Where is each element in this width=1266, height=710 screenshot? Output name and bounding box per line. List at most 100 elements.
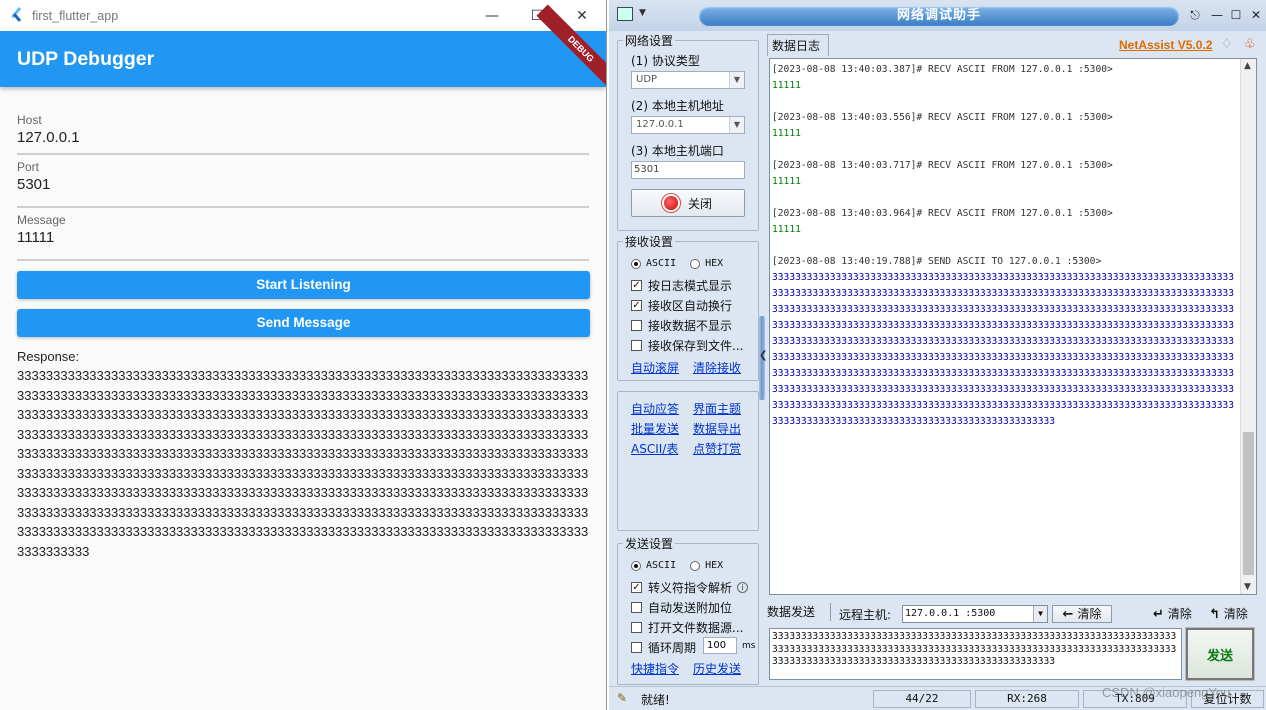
port-label: Port: [17, 160, 40, 174]
netassist-title: 网络调试助手: [699, 6, 1179, 26]
minimize-icon[interactable]: —: [469, 0, 515, 31]
send-format-radios: ASCII HEX: [631, 560, 737, 571]
network-settings-group: 网络设置 (1) 协议类型 UDP ▼ (2) 本地主机地址 127.0.0.1…: [617, 32, 759, 231]
log-entry-header: [2023-08-08 13:40:03.556]# RECV ASCII FR…: [772, 112, 1113, 123]
auto-append-checkbox[interactable]: [631, 602, 642, 613]
chevron-up-icon[interactable]: ▲: [1244, 61, 1251, 71]
chevron-down-icon[interactable]: ▼: [639, 8, 646, 18]
receive-settings-title: 接收设置: [623, 233, 676, 250]
recv-log-mode-checkbox[interactable]: ✓: [631, 280, 642, 291]
clear-remote-button[interactable]: ← 清除: [1052, 605, 1112, 623]
recv-save-option[interactable]: 接收保存到文件...: [631, 337, 743, 354]
start-listening-button[interactable]: Start Listening: [17, 271, 590, 299]
tools-group: 自动应答 界面主题 批量发送 数据导出 ASCII/表 点赞打赏: [617, 391, 759, 531]
send-history-link[interactable]: 历史发送: [693, 660, 741, 677]
protocol-label: (1) 协议类型: [631, 54, 700, 68]
minimize-icon[interactable]: —: [1207, 6, 1227, 24]
port-input[interactable]: 5301: [17, 176, 50, 193]
recv-save-checkbox[interactable]: [631, 340, 642, 351]
chevron-down-icon[interactable]: ▼: [729, 117, 744, 133]
recv-log-mode-option[interactable]: ✓ 按日志模式显示: [631, 277, 732, 294]
file-source-option[interactable]: 打开文件数据源...: [631, 619, 743, 636]
loop-period-checkbox[interactable]: [631, 642, 642, 653]
protocol-select[interactable]: UDP ▼: [631, 71, 745, 89]
data-send-tab[interactable]: 数据发送: [767, 603, 815, 620]
chevron-down-icon[interactable]: ▼: [729, 72, 744, 88]
bell-icon[interactable]: ♧: [1244, 37, 1260, 53]
tip-link[interactable]: 点赞打赏: [693, 440, 741, 457]
log-scrollbar[interactable]: ▲ ▼: [1240, 59, 1256, 594]
network-settings-title: 网络设置: [623, 32, 676, 49]
chevron-down-icon[interactable]: ▼: [1244, 582, 1251, 592]
local-port-label: (3) 本地主机端口: [631, 144, 724, 158]
send-ascii-radio[interactable]: [631, 560, 641, 571]
rx-count: RX:268: [975, 690, 1079, 708]
flutter-logo-icon: [10, 6, 24, 25]
packet-count: 44/22: [873, 690, 971, 708]
pin-icon[interactable]: ⎋: [1185, 6, 1205, 24]
chevron-down-icon[interactable]: ▼: [1033, 606, 1047, 622]
clear-receive-link[interactable]: 清除接收: [693, 359, 741, 376]
app-icon[interactable]: [617, 7, 633, 21]
send-hex-radio[interactable]: [690, 560, 701, 571]
close-connection-button[interactable]: 关闭: [631, 189, 745, 217]
send-settings-group: 发送设置 ASCII HEX ✓ 转义符指令解析 i 自动发送附加位 打开文件数…: [617, 535, 759, 685]
host-label: Host: [17, 113, 42, 127]
remote-host-select[interactable]: 127.0.0.1 :5300 ▼: [902, 605, 1048, 623]
message-input[interactable]: 11111: [17, 229, 54, 246]
port-field[interactable]: Port 5301: [17, 155, 589, 208]
recv-hide-checkbox[interactable]: [631, 320, 642, 331]
batch-send-link[interactable]: 批量发送: [631, 420, 679, 437]
app-bar: UDP Debugger DEBUG: [0, 4, 606, 94]
maximize-icon[interactable]: ☐: [1226, 6, 1246, 24]
recv-hide-option[interactable]: 接收数据不显示: [631, 317, 732, 334]
message-field[interactable]: Message 11111: [17, 208, 589, 261]
data-log-area[interactable]: [2023-08-08 13:40:03.387]# RECV ASCII FR…: [769, 58, 1257, 595]
log-entry-header: [2023-08-08 13:40:03.964]# RECV ASCII FR…: [772, 208, 1113, 219]
escape-parse-checkbox[interactable]: ✓: [631, 582, 642, 593]
escape-parse-option[interactable]: ✓ 转义符指令解析 i: [631, 579, 749, 596]
local-addr-label: (2) 本地主机地址: [631, 99, 724, 113]
loop-period-option[interactable]: 循环周期: [631, 639, 696, 656]
local-port-input[interactable]: 5301: [631, 161, 745, 179]
close-icon[interactable]: ✕: [1246, 6, 1266, 24]
shortcut-command-link[interactable]: 快捷指令: [631, 660, 679, 677]
log-entry-body: 11111: [772, 128, 801, 139]
diamond-icon[interactable]: ♢: [1221, 38, 1235, 52]
divider: [830, 603, 831, 621]
clear-all-button[interactable]: ↰ 清除: [1209, 605, 1248, 622]
flutter-app-window: first_flutter_app — ☐ ✕ UDP Debugger DEB…: [0, 0, 607, 710]
send-hex-label: HEX: [705, 560, 724, 571]
status-light-icon: [663, 196, 678, 210]
recv-wrap-label: 接收区自动换行: [648, 299, 733, 313]
recv-wrap-checkbox[interactable]: ✓: [631, 300, 642, 311]
scrollbar-thumb[interactable]: [1243, 432, 1254, 575]
host-field[interactable]: Host 127.0.0.1: [17, 110, 589, 155]
arrow-left-icon: ←: [1062, 607, 1074, 622]
host-input[interactable]: 127.0.0.1: [17, 129, 80, 146]
local-addr-select[interactable]: 127.0.0.1 ▼: [631, 116, 745, 134]
auto-reply-link[interactable]: 自动应答: [631, 400, 679, 417]
collapse-left-icon[interactable]: ❮: [759, 350, 767, 361]
message-label: Message: [17, 213, 66, 227]
auto-append-option[interactable]: 自动发送附加位: [631, 599, 732, 616]
recv-wrap-option[interactable]: ✓ 接收区自动换行: [631, 297, 732, 314]
csdn-watermark: CSDN @xiaopengYou: [1102, 685, 1231, 700]
ascii-table-link[interactable]: ASCII/表: [631, 440, 678, 457]
recv-hex-radio[interactable]: [690, 258, 701, 269]
auto-scroll-link[interactable]: 自动滚屏: [631, 359, 679, 376]
file-source-checkbox[interactable]: [631, 622, 642, 633]
send-button[interactable]: 发送: [1185, 627, 1255, 681]
send-message-button[interactable]: Send Message: [17, 309, 590, 337]
clear-remote-label: 清除: [1077, 607, 1102, 621]
export-link[interactable]: 数据导出: [693, 420, 741, 437]
arrow-up-icon: ↰: [1209, 607, 1220, 622]
recv-ascii-radio[interactable]: [631, 258, 641, 269]
clear-send-button[interactable]: ↵ 清除: [1153, 605, 1192, 622]
info-icon[interactable]: i: [737, 582, 749, 593]
theme-link[interactable]: 界面主题: [693, 400, 741, 417]
data-log-tab[interactable]: 数据日志: [767, 34, 829, 56]
send-textarea[interactable]: 3333333333333333333333333333333333333333…: [769, 628, 1182, 680]
version-link[interactable]: NetAssist V5.0.2: [1119, 38, 1212, 52]
loop-period-input[interactable]: 100: [703, 637, 737, 654]
